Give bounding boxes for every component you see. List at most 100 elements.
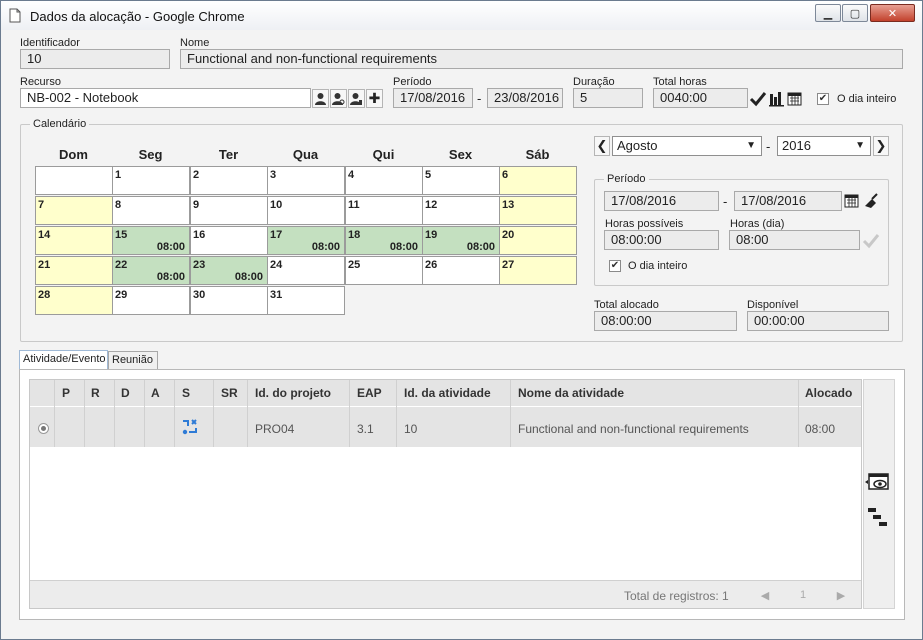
- allocated-total-label: Total alocado: [594, 299, 659, 311]
- day-period-separator: -: [723, 194, 728, 209]
- minimize-button[interactable]: ▁: [815, 4, 841, 22]
- month-select[interactable]: Agosto ▼: [612, 136, 762, 156]
- next-month-button[interactable]: ❯: [873, 136, 889, 156]
- calendar-day-cell[interactable]: 27: [499, 256, 577, 285]
- calendar-day-cell[interactable]: 5: [422, 166, 500, 195]
- chart-button[interactable]: [768, 89, 785, 108]
- day-number: 19: [425, 229, 438, 241]
- day-period-calendar-button[interactable]: [844, 191, 860, 211]
- calendar-day-cell[interactable]: 11: [345, 196, 423, 225]
- calendar-day-cell[interactable]: 4: [345, 166, 423, 195]
- tab-meeting[interactable]: Reunião: [108, 351, 158, 370]
- period-end-field[interactable]: 23/08/2016: [487, 88, 563, 108]
- resource-field[interactable]: NB-002 - Notebook: [20, 88, 311, 108]
- tab-activity-event[interactable]: Atividade/Evento: [19, 350, 108, 370]
- calendar-day-cell[interactable]: [35, 166, 113, 195]
- calendar-day-cell[interactable]: 12: [422, 196, 500, 225]
- day-full-day-checkbox[interactable]: ✔: [609, 260, 621, 272]
- add-resource-button[interactable]: ✚: [366, 89, 383, 108]
- total-hours-field: 0040:00: [653, 88, 748, 108]
- column-header[interactable]: S: [182, 386, 190, 400]
- calendar-day-cell[interactable]: 16: [190, 226, 268, 255]
- calendar-button[interactable]: [786, 89, 803, 108]
- apply-daily-hours-button[interactable]: [862, 231, 880, 250]
- calendar-day-cell[interactable]: 25: [345, 256, 423, 285]
- column-divider: [54, 380, 55, 447]
- column-header[interactable]: D: [121, 386, 130, 400]
- calendar-day-cell[interactable]: 30: [190, 286, 268, 315]
- calendar-day-cell[interactable]: 3: [267, 166, 345, 195]
- calendar-day-cell[interactable]: 23 08:00: [190, 256, 268, 285]
- confirm-button[interactable]: [749, 89, 767, 108]
- day-period-end-field[interactable]: 17/08/2016: [734, 191, 842, 211]
- full-day-checkbox[interactable]: ✔: [817, 93, 829, 105]
- calendar-day-cell[interactable]: 7: [35, 196, 113, 225]
- row-select-radio[interactable]: [38, 423, 49, 434]
- column-header[interactable]: Id. da atividade: [404, 386, 491, 400]
- calendar-day-cell[interactable]: 15 08:00: [112, 226, 190, 255]
- daily-hours-label: Horas (dia): [730, 218, 785, 230]
- day-number: 6: [502, 169, 509, 181]
- calendar-day-cell[interactable]: 20: [499, 226, 577, 255]
- dropdown-arrow-icon: ▼: [855, 140, 865, 151]
- calendar-day-cell[interactable]: 21: [35, 256, 113, 285]
- calendar-day-cell[interactable]: 14: [35, 226, 113, 255]
- calendar-day-cell[interactable]: 17 08:00: [267, 226, 345, 255]
- name-field[interactable]: Functional and non-functional requiremen…: [180, 49, 903, 69]
- prev-page-button[interactable]: ◀: [750, 584, 780, 606]
- column-divider: [349, 380, 350, 447]
- next-page-button[interactable]: ▶: [826, 584, 856, 606]
- maximize-icon: ▢: [849, 7, 861, 20]
- prev-month-button[interactable]: ❮: [594, 136, 610, 156]
- year-select[interactable]: 2016 ▼: [777, 136, 871, 156]
- calendar-day-cell[interactable]: 9: [190, 196, 268, 225]
- plus-icon: ✚: [368, 90, 381, 106]
- view-details-button[interactable]: [864, 471, 890, 493]
- status-icon: [181, 418, 199, 436]
- minimize-icon: ▁: [823, 7, 833, 20]
- column-divider: [114, 380, 115, 447]
- maximize-button[interactable]: ▢: [842, 4, 868, 22]
- column-header[interactable]: SR: [221, 386, 238, 400]
- calendar-day-cell[interactable]: 6: [499, 166, 577, 195]
- page-number[interactable]: 1: [788, 584, 818, 606]
- calendar-day-cell[interactable]: 13: [499, 196, 577, 225]
- calendar-day-cell[interactable]: 10: [267, 196, 345, 225]
- calendar-day-cell[interactable]: 19 08:00: [422, 226, 500, 255]
- full-day-label: O dia inteiro: [837, 93, 897, 105]
- day-allocated-hours: 08:00: [466, 241, 495, 253]
- period-start-field[interactable]: 17/08/2016: [393, 88, 473, 108]
- column-header[interactable]: EAP: [357, 386, 382, 400]
- calendar-day-cell[interactable]: 26: [422, 256, 500, 285]
- calendar-day-cell[interactable]: 29: [112, 286, 190, 315]
- clear-period-button[interactable]: [862, 191, 880, 211]
- search-resource-button[interactable]: [330, 89, 347, 108]
- dropdown-arrow-icon: ▼: [746, 140, 756, 151]
- weekday-label: Sex: [448, 147, 473, 162]
- day-period-start-field[interactable]: 17/08/2016: [604, 191, 719, 211]
- calendar-day-cell[interactable]: 8: [112, 196, 190, 225]
- column-header[interactable]: Id. do projeto: [255, 386, 331, 400]
- calendar-day-cell[interactable]: 22 08:00: [112, 256, 190, 285]
- column-header[interactable]: Alocado: [805, 386, 852, 400]
- day-number: 17: [270, 229, 283, 241]
- calendar-day-cell[interactable]: 28: [35, 286, 113, 315]
- day-number: 2: [193, 169, 200, 181]
- column-header[interactable]: P: [62, 386, 70, 400]
- close-button[interactable]: ✕: [870, 4, 915, 22]
- column-header[interactable]: A: [151, 386, 160, 400]
- calendar-day-cell[interactable]: 31: [267, 286, 345, 315]
- calendar-day-cell[interactable]: 18 08:00: [345, 226, 423, 255]
- column-header[interactable]: R: [91, 386, 100, 400]
- day-full-day-label: O dia inteiro: [628, 260, 688, 272]
- column-header[interactable]: Nome da atividade: [518, 386, 624, 400]
- select-resource-button[interactable]: [312, 89, 329, 108]
- gantt-button[interactable]: [867, 506, 889, 528]
- daily-hours-field[interactable]: 08:00: [729, 230, 860, 250]
- calendar-day-cell[interactable]: 24: [267, 256, 345, 285]
- calendar-day-cell[interactable]: 2: [190, 166, 268, 195]
- calendar-day-cell[interactable]: 1: [112, 166, 190, 195]
- weekday-label: Ter: [218, 147, 239, 162]
- resource-details-button[interactable]: [348, 89, 365, 108]
- year-separator: -: [766, 139, 771, 154]
